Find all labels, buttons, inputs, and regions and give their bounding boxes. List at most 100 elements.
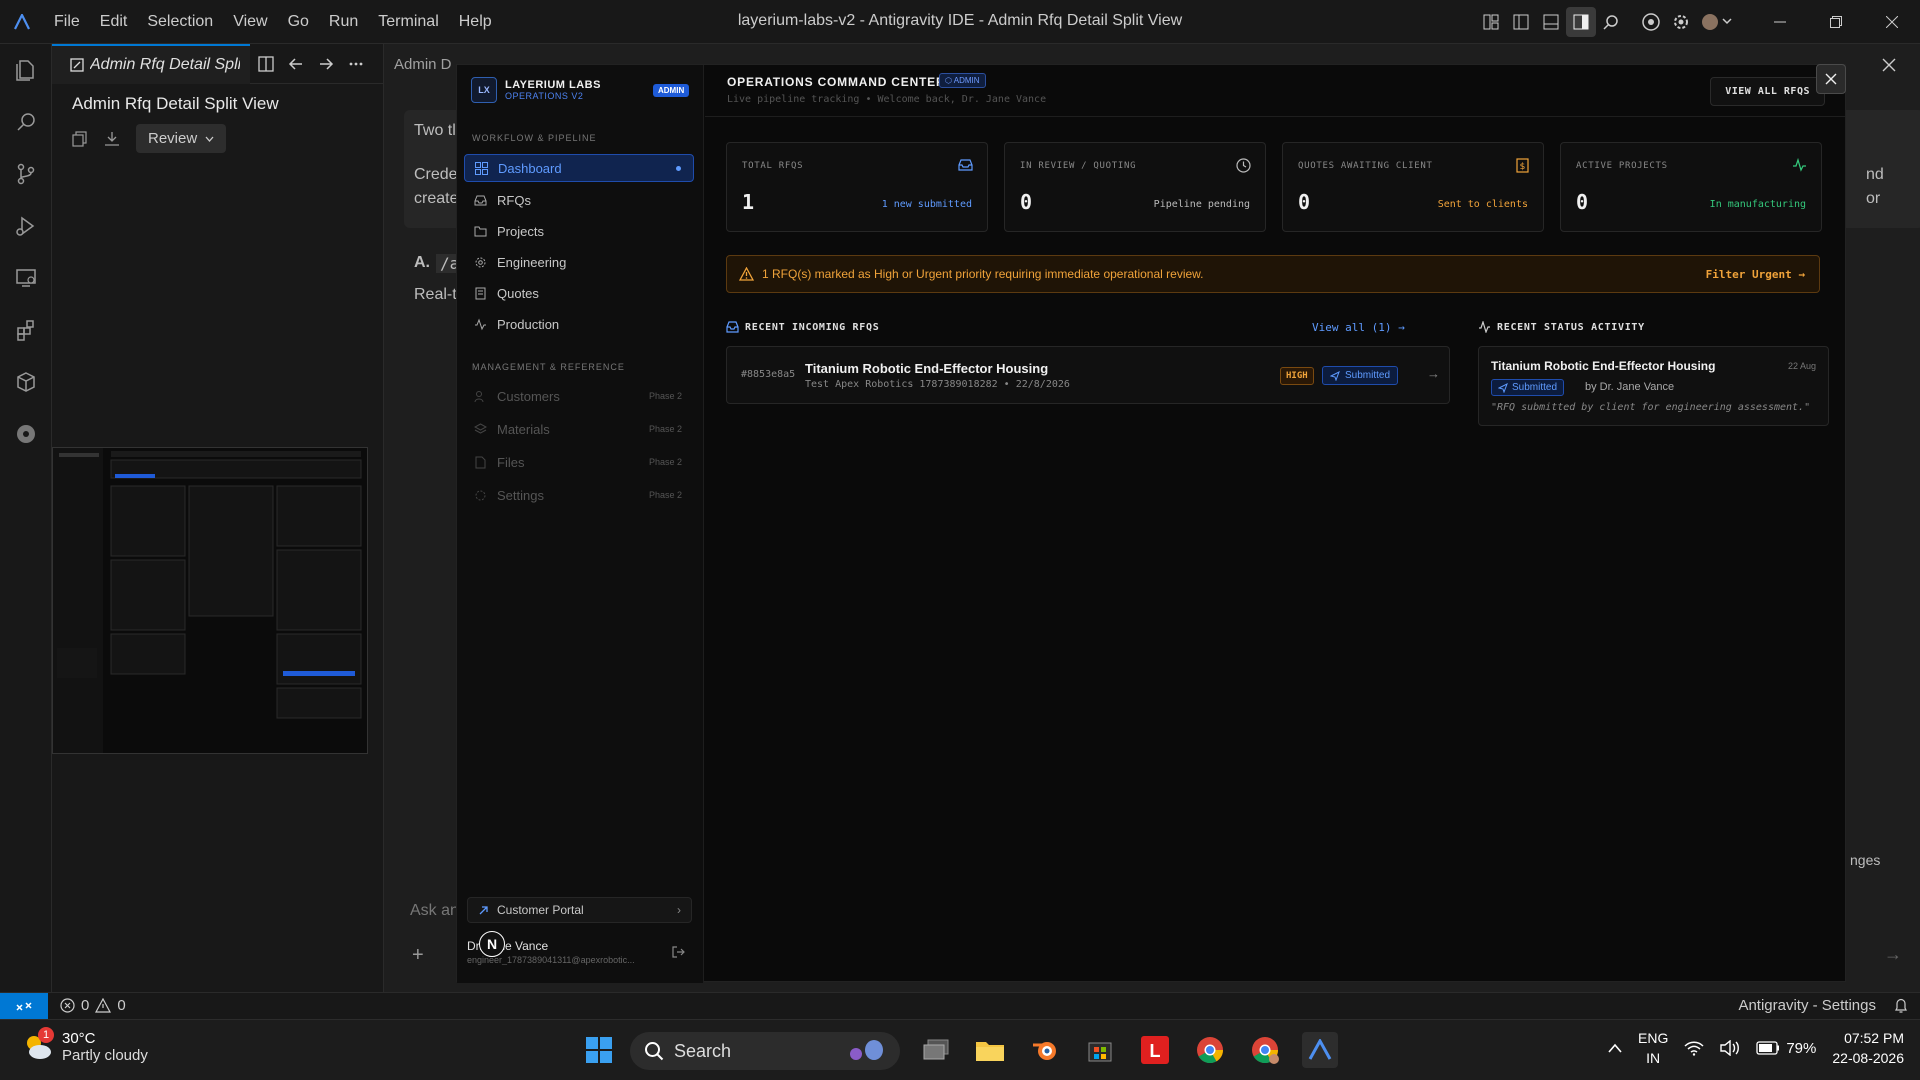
back-arrow-icon[interactable] [288, 56, 304, 72]
toggle-sidebar-icon[interactable] [1506, 7, 1536, 37]
screenshot-thumbnail[interactable] [52, 447, 368, 754]
remote-explorer-icon[interactable] [0, 252, 52, 304]
dollar-icon: $ [1516, 158, 1529, 176]
review-label: Review [148, 130, 198, 147]
sidebar-item-projects[interactable]: Projects [464, 217, 694, 245]
taskbar-search[interactable]: Search [630, 1032, 900, 1070]
search-view-icon[interactable] [0, 96, 52, 148]
rfq-title: Titanium Robotic End-Effector Housing [805, 361, 1049, 376]
chrome-profile-icon[interactable] [1247, 1032, 1283, 1068]
rfq-row[interactable]: #8853e8a5 Titanium Robotic End-Effector … [726, 346, 1450, 404]
problems-indicator[interactable]: 0 0 [60, 997, 126, 1014]
sidebar-item-quotes[interactable]: Quotes [464, 279, 694, 307]
customer-portal-label: Customer Portal [497, 903, 584, 917]
menu-view[interactable]: View [225, 9, 275, 35]
toggle-panel-icon[interactable] [1536, 7, 1566, 37]
stat-card-quotes-awaiting: QUOTES AWAITING CLIENT $ 0 Sent to clien… [1282, 142, 1544, 232]
close-window-icon[interactable] [1864, 0, 1920, 44]
menu-selection[interactable]: Selection [139, 9, 221, 35]
brand-name: LAYERIUM LABS [505, 79, 601, 91]
menu-help[interactable]: Help [451, 9, 500, 35]
account-avatar-icon[interactable] [1696, 7, 1740, 37]
sidebar-item-dashboard[interactable]: Dashboard [464, 154, 694, 182]
menu-terminal[interactable]: Terminal [370, 9, 446, 35]
battery-indicator[interactable]: 79% [1756, 1040, 1816, 1057]
bell-icon[interactable] [1894, 998, 1908, 1014]
status-settings-item[interactable]: Antigravity - Settings [1738, 997, 1876, 1014]
l-app-icon[interactable]: L [1137, 1032, 1173, 1068]
avatar: N [479, 931, 505, 957]
review-dropdown[interactable]: Review [136, 124, 227, 153]
bg-editor-tab[interactable]: Admin D [394, 56, 452, 73]
customize-layout-icon[interactable] [1476, 7, 1506, 37]
menu-go[interactable]: Go [280, 9, 317, 35]
chrome-browser-icon[interactable] [1192, 1032, 1228, 1068]
clock[interactable]: 07:52 PM 22-08-2026 [1832, 1028, 1904, 1068]
sidebar-item-rfqs[interactable]: RFQs [464, 186, 694, 214]
file-explorer-icon[interactable] [972, 1032, 1008, 1068]
priority-alert-banner: 1 RFQ(s) marked as High or Urgent priori… [726, 255, 1820, 293]
svg-text:L: L [1150, 1041, 1161, 1061]
menu-run[interactable]: Run [321, 9, 366, 35]
layers-icon [474, 422, 487, 434]
arrow-right-icon[interactable]: → [1427, 366, 1440, 381]
kubernetes-icon[interactable] [0, 408, 52, 460]
menu-edit[interactable]: Edit [92, 9, 136, 35]
bg-chat-input[interactable]: Ask an [410, 902, 459, 920]
toggle-secondary-sidebar-icon[interactable] [1566, 7, 1596, 37]
search-icon[interactable] [1596, 7, 1626, 37]
remote-indicator-icon[interactable] [0, 993, 48, 1020]
containers-icon[interactable] [0, 356, 52, 408]
send-arrow-icon[interactable]: → [1884, 944, 1902, 965]
settings-gear-icon[interactable] [1666, 7, 1696, 37]
recent-rfqs-title: RECENT INCOMING RFQS [745, 321, 880, 333]
stat-value: 0 [1576, 190, 1589, 214]
run-debug-icon[interactable] [0, 200, 52, 252]
dashboard-main: OPERATIONS COMMAND CENTER ⬡ ADMIN Live p… [705, 65, 1845, 983]
extensions-icon[interactable] [0, 304, 52, 356]
more-actions-icon[interactable] [348, 56, 364, 72]
sidebar-item-engineering[interactable]: Engineering [464, 248, 694, 276]
close-editor-icon[interactable] [1882, 58, 1896, 75]
stat-sub: In manufacturing [1709, 199, 1806, 210]
explorer-icon[interactable] [0, 44, 52, 96]
tab-admin-rfq-detail[interactable]: Admin Rfq Detail Split View [52, 43, 250, 84]
svg-text:$: $ [1520, 162, 1526, 172]
chevron-up-icon[interactable] [1608, 1043, 1622, 1053]
app-logo-icon[interactable] [0, 0, 44, 44]
user-profile: Dr. Jane Vance engineer_1787389041311@ap… [467, 931, 667, 965]
minimize-icon[interactable] [1752, 0, 1808, 44]
menu-file[interactable]: File [46, 9, 88, 35]
view-all-rfqs-button[interactable]: VIEW ALL RFQS [1710, 77, 1825, 106]
restore-icon[interactable] [1808, 0, 1864, 44]
blender-icon[interactable] [1027, 1032, 1063, 1068]
recent-activity-title: RECENT STATUS ACTIVITY [1497, 321, 1645, 333]
task-view-icon[interactable] [918, 1032, 954, 1068]
stat-label: TOTAL RFQS [742, 161, 804, 171]
close-modal-button[interactable] [1816, 64, 1846, 94]
activity-date: 22 Aug [1787, 361, 1816, 371]
filter-urgent-link[interactable]: Filter Urgent → [1706, 268, 1805, 281]
download-icon[interactable] [104, 131, 120, 147]
weather-widget[interactable]: 1 30°C Partly cloudy [22, 1027, 148, 1064]
language-indicator[interactable]: ENG IN [1638, 1028, 1668, 1068]
split-editor-icon[interactable] [258, 55, 274, 72]
logout-icon[interactable] [671, 945, 685, 962]
phase-tag: Phase 2 [648, 391, 682, 401]
inbox-icon [474, 195, 487, 205]
activity-card[interactable]: Titanium Robotic End-Effector Housing 22… [1478, 346, 1829, 426]
view-all-rfqs-link[interactable]: View all (1) → [1312, 321, 1405, 334]
wifi-icon[interactable] [1684, 1040, 1704, 1056]
source-control-icon[interactable] [0, 148, 52, 200]
antigravity-app-icon[interactable] [1302, 1032, 1338, 1068]
microsoft-store-icon[interactable] [1082, 1032, 1118, 1068]
customer-portal-button[interactable]: Customer Portal › [467, 897, 692, 923]
add-context-icon[interactable]: + [412, 944, 424, 967]
chrome-icon[interactable] [1636, 7, 1666, 37]
copy-icon[interactable] [72, 130, 88, 147]
sidebar-item-production[interactable]: Production [464, 310, 694, 338]
volume-icon[interactable] [1720, 1040, 1740, 1056]
forward-arrow-icon[interactable] [318, 56, 334, 72]
windows-start-icon[interactable] [581, 1032, 617, 1068]
weather-desc: Partly cloudy [62, 1047, 148, 1064]
